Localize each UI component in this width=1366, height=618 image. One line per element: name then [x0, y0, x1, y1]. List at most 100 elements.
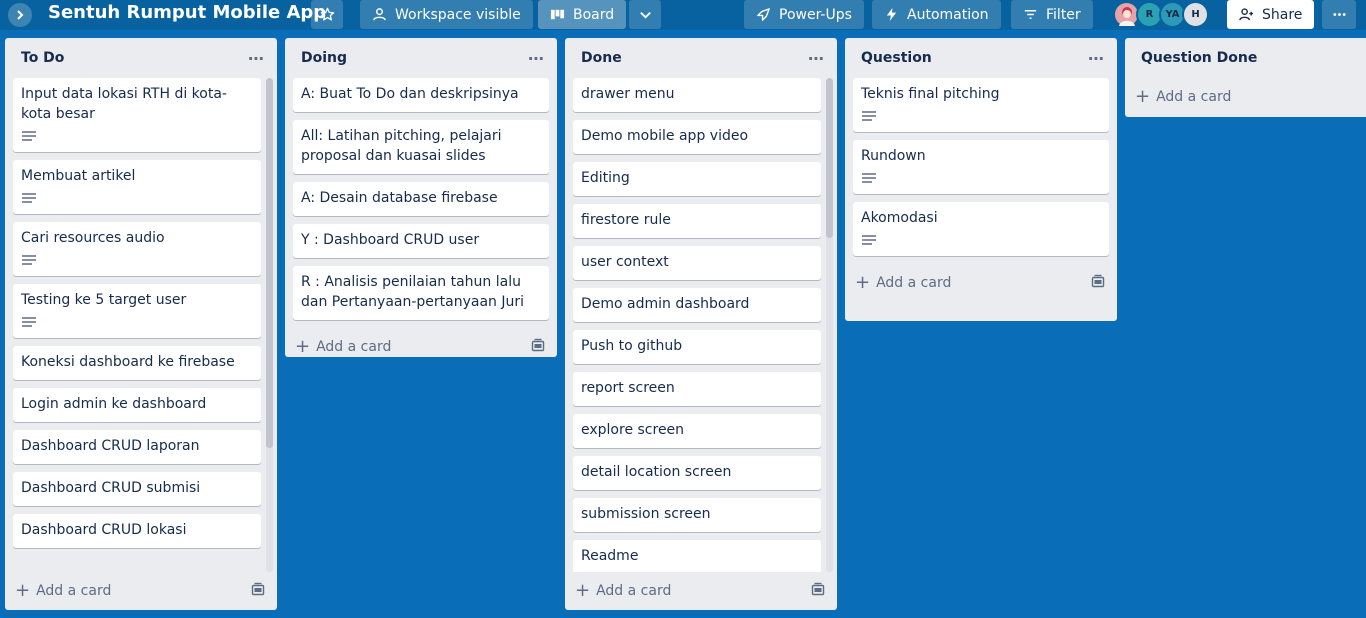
share-button[interactable]: Share — [1227, 0, 1315, 29]
add-card-button[interactable]: + Add a card — [855, 274, 951, 292]
scrollbar-thumb[interactable] — [266, 78, 273, 448]
description-icon — [21, 192, 253, 206]
card[interactable]: Dashboard CRUD submisi — [13, 472, 261, 506]
card[interactable]: Readme — [573, 540, 821, 572]
card-title: Rundown — [861, 148, 926, 164]
description-icon — [21, 316, 253, 330]
card[interactable]: All: Latihan pitching, pelajari proposal… — [293, 120, 549, 174]
star-icon — [320, 7, 334, 21]
card[interactable]: Login admin ke dashboard — [13, 388, 261, 422]
view-switcher-button[interactable] — [629, 0, 661, 29]
visibility-label: Workspace visible — [395, 6, 521, 23]
card[interactable]: Y : Dashboard CRUD user — [293, 224, 549, 258]
card[interactable]: Dashboard CRUD laporan — [13, 430, 261, 464]
list-column[interactable]: Question Done + Add a card — [1125, 38, 1366, 117]
list-header: To Do ⋯ — [5, 38, 277, 78]
add-card-button[interactable]: + Add a card — [575, 580, 672, 601]
list-menu-button[interactable]: ⋯ — [528, 49, 545, 68]
list-title[interactable]: Question — [861, 50, 932, 66]
add-card-button[interactable]: + Add a card — [295, 336, 391, 357]
card[interactable]: drawer menu — [573, 78, 821, 112]
card[interactable]: Cari resources audio — [13, 222, 261, 276]
card[interactable]: Koneksi dashboard ke firebase — [13, 346, 261, 380]
card-list: Teknis final pitching Rundown Akomodasi — [845, 78, 1117, 264]
visibility-button[interactable]: Workspace visible — [360, 0, 533, 29]
template-icon — [531, 338, 545, 352]
list-scrollbar[interactable] — [266, 78, 273, 572]
scrollbar-thumb[interactable] — [826, 78, 833, 238]
card[interactable]: report screen — [573, 372, 821, 406]
card-template-button[interactable] — [811, 582, 825, 600]
star-button[interactable] — [311, 0, 343, 29]
card-title: user context — [581, 254, 669, 270]
card-title: Push to github — [581, 338, 683, 354]
plus-icon: + — [15, 580, 31, 601]
card[interactable]: Akomodasi — [853, 202, 1109, 256]
card[interactable]: Push to github — [573, 330, 821, 364]
card[interactable]: Editing — [573, 162, 821, 196]
board-menu-button[interactable] — [1322, 0, 1356, 29]
card[interactable]: A: Desain database firebase — [293, 182, 549, 216]
powerups-button[interactable]: Power-Ups — [744, 0, 864, 29]
board-view-button[interactable]: Board — [538, 0, 627, 29]
card[interactable]: firestore rule — [573, 204, 821, 238]
plus-icon: + — [575, 580, 591, 601]
add-card-button[interactable]: + Add a card — [15, 580, 111, 601]
card-title: Login admin ke dashboard — [21, 396, 207, 412]
card[interactable]: Input data lokasi RTH di kota-kota besar — [13, 78, 261, 152]
list-column[interactable]: Done ⋯ drawer menu Demo mobile app video Edi… — [565, 38, 837, 610]
card[interactable]: Demo mobile app video — [573, 120, 821, 154]
card[interactable]: Testing ke 5 target user — [13, 284, 261, 338]
card[interactable]: Dashboard CRUD lokasi — [13, 514, 261, 548]
sidebar-expand-button[interactable] — [8, 3, 32, 27]
automation-button[interactable]: Automation — [872, 0, 1001, 29]
card-title: Akomodasi — [861, 210, 938, 226]
people-icon — [373, 8, 386, 21]
card-title: Readme — [581, 548, 639, 564]
list-menu-button[interactable]: ⋯ — [1088, 49, 1105, 68]
list-title[interactable]: Done — [581, 50, 622, 66]
card[interactable]: Demo admin dashboard — [573, 288, 821, 322]
card-title: Testing ke 5 target user — [21, 292, 187, 308]
chevron-right-icon — [17, 10, 24, 20]
card[interactable]: Rundown — [853, 140, 1109, 194]
board-title[interactable]: Sentuh Rumput Mobile App — [48, 2, 326, 23]
description-icon — [21, 130, 253, 144]
add-card-row: + Add a card — [565, 572, 837, 610]
card[interactable]: A: Buat To Do dan deskripsinya — [293, 78, 549, 112]
add-card-row: + Add a card — [5, 572, 277, 610]
add-card-label: Add a card — [596, 583, 672, 599]
filter-button[interactable]: Filter — [1011, 0, 1093, 29]
list-header: Done ⋯ — [565, 38, 837, 78]
card-template-button[interactable] — [1091, 274, 1105, 292]
list-title[interactable]: Doing — [301, 50, 347, 66]
card-title: Demo admin dashboard — [581, 296, 750, 312]
add-card-row: + Add a card — [1125, 78, 1366, 116]
card-title: Dashboard CRUD lokasi — [21, 522, 187, 538]
card-title: Koneksi dashboard ke firebase — [21, 354, 235, 370]
list-menu-button[interactable]: ⋯ — [248, 49, 265, 68]
plus-icon: + — [1135, 86, 1151, 107]
card-template-button[interactable] — [251, 582, 265, 600]
card-title: Membuat artikel — [21, 168, 136, 184]
member-avatar[interactable]: H — [1182, 1, 1209, 28]
list-column[interactable]: Doing ⋯ A: Buat To Do dan deskripsinya All:… — [285, 38, 557, 357]
card[interactable]: Teknis final pitching — [853, 78, 1109, 132]
card[interactable]: R : Analisis penilaian tahun lalu dan Pe… — [293, 266, 549, 320]
card-title: Demo mobile app video — [581, 128, 749, 144]
list-menu-button[interactable]: ⋯ — [808, 49, 825, 68]
card[interactable]: user context — [573, 246, 821, 280]
add-card-button[interactable]: + Add a card — [1135, 86, 1231, 107]
list-title[interactable]: Question Done — [1141, 50, 1257, 66]
card-template-button[interactable] — [531, 338, 545, 356]
card[interactable]: Membuat artikel — [13, 160, 261, 214]
card[interactable]: submission screen — [573, 498, 821, 532]
plus-icon: + — [295, 336, 311, 357]
list-scrollbar[interactable] — [826, 78, 833, 572]
list-column[interactable]: Question ⋯ Teknis final pitching Rundown Ako… — [845, 38, 1117, 321]
card-title: Teknis final pitching — [861, 86, 1000, 102]
card[interactable]: detail location screen — [573, 456, 821, 490]
list-title[interactable]: To Do — [21, 50, 64, 66]
card[interactable]: explore screen — [573, 414, 821, 448]
list-column[interactable]: To Do ⋯ Input data lokasi RTH di kota-kota… — [5, 38, 277, 610]
